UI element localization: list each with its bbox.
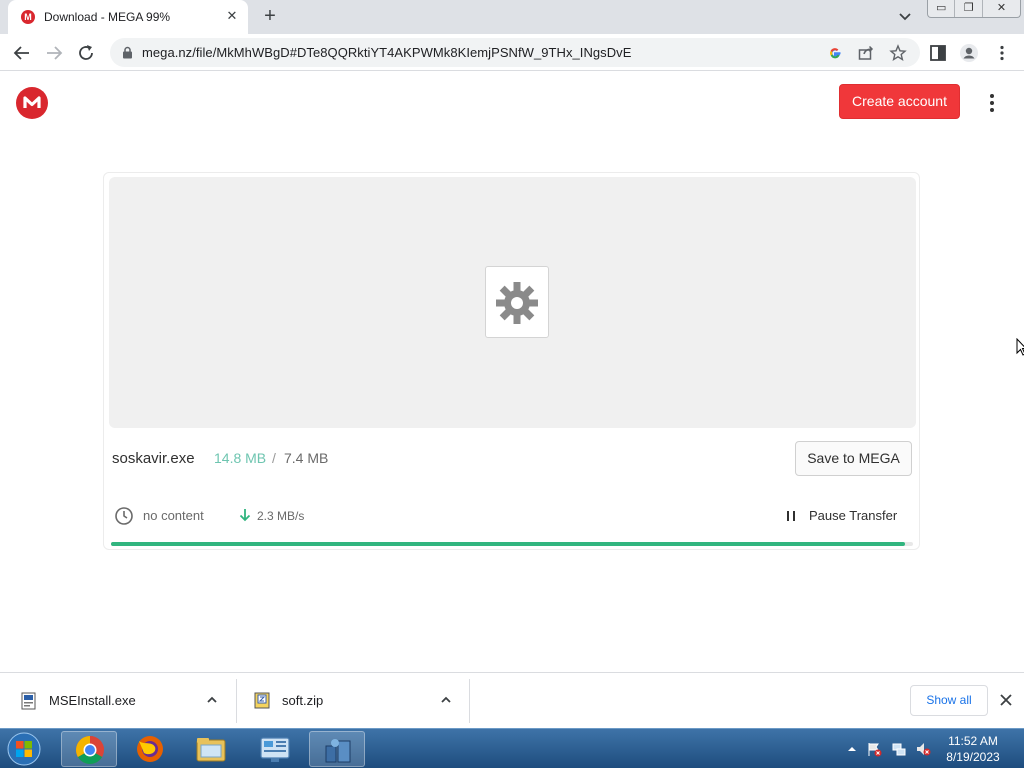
download-item-name: soft.zip — [282, 693, 324, 708]
pause-icon[interactable] — [784, 509, 798, 523]
restore-button[interactable]: ❐ — [955, 0, 983, 17]
browser-tab[interactable]: M Download - MEGA 99% ✕ — [8, 0, 248, 34]
window-close-button[interactable]: ✕ — [983, 0, 1020, 17]
show-all-downloads-button[interactable]: Show all — [910, 685, 988, 716]
pause-transfer-button[interactable]: Pause Transfer — [809, 508, 897, 523]
installer-file-icon — [20, 692, 38, 710]
file-name: soskavir.exe — [112, 450, 195, 467]
minimize-button[interactable]: ▭ — [928, 0, 956, 17]
download-speed-icon — [238, 507, 252, 523]
reload-icon[interactable] — [73, 40, 99, 66]
profile-avatar-icon[interactable] — [959, 43, 979, 63]
tab-strip: M Download - MEGA 99% ✕ + ▭ ❐ ✕ — [0, 0, 1024, 34]
download-shelf: MSEInstall.exe soft.zip Show all — [0, 672, 1024, 728]
downloaded-size: 14.8 MB — [214, 450, 267, 466]
tab-search-icon[interactable] — [893, 6, 917, 28]
time-remaining: no content — [143, 508, 204, 523]
new-tab-button[interactable]: + — [258, 5, 282, 29]
side-panel-icon[interactable] — [928, 43, 948, 63]
create-account-button[interactable]: Create account — [839, 84, 960, 119]
taskbar-clock-date[interactable]: 8/19/2023 — [940, 750, 1006, 764]
page-menu-icon[interactable] — [982, 92, 1002, 114]
download-item[interactable]: MSEInstall.exe — [0, 679, 237, 723]
volume-muted-icon[interactable] — [915, 741, 931, 757]
tab-close-icon[interactable]: ✕ — [224, 8, 240, 24]
action-center-flag-icon[interactable] — [866, 741, 882, 757]
network-status-icon[interactable] — [891, 741, 907, 757]
back-icon[interactable] — [9, 40, 35, 66]
file-preview-area — [109, 177, 916, 428]
bookmark-star-icon[interactable] — [889, 44, 907, 62]
save-to-mega-button[interactable]: Save to MEGA — [795, 441, 912, 476]
forward-icon[interactable] — [41, 40, 67, 66]
share-icon[interactable] — [857, 44, 875, 62]
mouse-cursor-icon — [1016, 337, 1024, 356]
address-bar[interactable]: mega.nz/file/MkMhWBgD#DTe8QQRktiYT4AKPWM… — [110, 38, 920, 67]
mega-logo-icon[interactable] — [16, 87, 48, 119]
mega-favicon-icon: M — [21, 10, 35, 24]
gear-icon — [496, 282, 538, 324]
windows-taskbar: 11:52 AM 8/19/2023 — [0, 728, 1024, 768]
download-progress-fill — [111, 542, 905, 546]
file-type-thumbnail — [485, 266, 549, 338]
total-size: 7.4 MB — [284, 450, 329, 466]
download-item-name: MSEInstall.exe — [49, 693, 136, 708]
taskbar-chrome-icon[interactable] — [61, 731, 117, 767]
download-item[interactable]: soft.zip — [237, 679, 470, 723]
window-controls: ▭ ❐ ✕ — [927, 0, 1021, 18]
size-separator: / — [272, 450, 276, 466]
close-shelf-icon[interactable] — [997, 691, 1015, 709]
url-text: mega.nz/file/MkMhWBgD#DTe8QQRktiYT4AKPWM… — [142, 45, 632, 60]
download-speed: 2.3 MB/s — [257, 509, 305, 523]
download-card: soskavir.exe 14.8 MB / 7.4 MB Save to ME… — [103, 172, 920, 550]
chevron-up-icon[interactable] — [439, 693, 453, 707]
tab-title: Download - MEGA 99% — [44, 10, 171, 24]
zip-file-icon — [253, 692, 271, 710]
google-icon[interactable] — [826, 44, 844, 62]
download-progress-bar — [111, 542, 913, 546]
browser-toolbar: mega.nz/file/MkMhWBgD#DTe8QQRktiYT4AKPWM… — [0, 34, 1024, 71]
taskbar-control-panel-icon[interactable] — [247, 731, 303, 767]
start-button[interactable] — [3, 730, 45, 768]
taskbar-network-app-icon[interactable] — [309, 731, 365, 767]
taskbar-firefox-icon[interactable] — [122, 731, 178, 767]
clock-icon — [114, 506, 134, 526]
taskbar-file-explorer-icon[interactable] — [183, 731, 239, 767]
taskbar-clock-time[interactable]: 11:52 AM — [940, 734, 1006, 748]
chrome-menu-icon[interactable] — [992, 43, 1012, 63]
lock-icon[interactable] — [122, 46, 133, 64]
chevron-up-icon[interactable] — [205, 693, 219, 707]
show-hidden-icons-icon[interactable] — [844, 741, 860, 757]
